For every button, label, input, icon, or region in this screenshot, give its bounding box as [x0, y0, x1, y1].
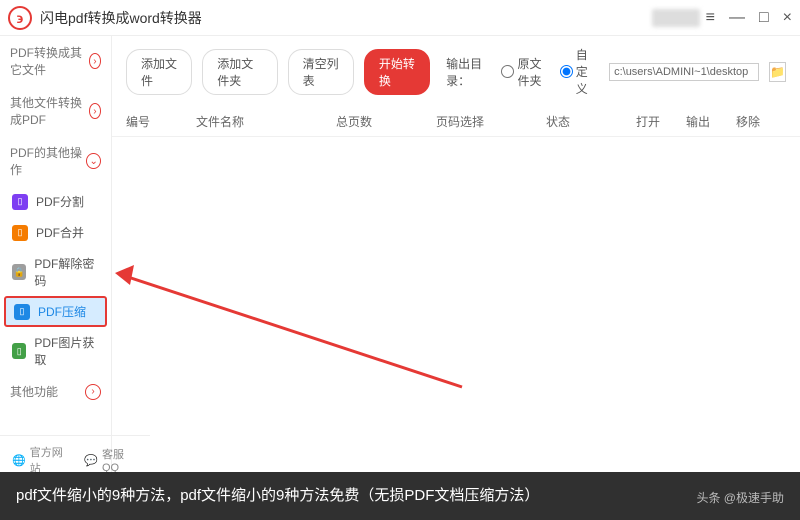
col-output: 输出 — [686, 113, 736, 130]
col-page-select: 页码选择 — [436, 113, 546, 130]
caption-overlay: pdf文件缩小的9种方法，pdf文件缩小的9种方法免费（无损PDF文档压缩方法）… — [0, 472, 800, 520]
chevron-down-icon: ⌄ — [86, 153, 101, 169]
output-path-input[interactable] — [609, 63, 759, 81]
add-folder-button[interactable]: 添加文件夹 — [202, 49, 277, 95]
add-file-button[interactable]: 添加文件 — [126, 49, 192, 95]
radio-custom-folder[interactable]: 自定义 — [560, 46, 599, 97]
content-area: 添加文件 添加文件夹 清空列表 开始转换 输出目录： 原文件夹 自定义 📁 编号… — [112, 36, 800, 476]
close-button[interactable]: × — [783, 9, 792, 27]
maximize-button[interactable]: □ — [759, 9, 769, 27]
browse-folder-button[interactable]: 📁 — [769, 62, 786, 82]
col-open: 打开 — [636, 113, 686, 130]
app-logo-icon: ϶ — [8, 6, 32, 30]
minimize-button[interactable]: — — [729, 9, 745, 27]
col-index: 编号 — [126, 113, 196, 130]
sidebar-item-merge[interactable]: ▯ PDF合并 — [0, 217, 111, 248]
chevron-icon: › — [89, 103, 101, 119]
sidebar-item-split[interactable]: ▯ PDF分割 — [0, 186, 111, 217]
caption-author: 头条 @极速手助 — [696, 489, 784, 508]
sidebar-cat-other-to-pdf[interactable]: 其他文件转换成PDF › — [0, 86, 111, 136]
sidebar: PDF转换成其它文件 › 其他文件转换成PDF › PDF的其他操作 ⌄ ▯ P… — [0, 36, 112, 476]
sidebar-item-unlock[interactable]: 🔒 PDF解除密码 — [0, 248, 111, 296]
split-icon: ▯ — [12, 194, 28, 210]
sidebar-item-compress[interactable]: ▯ PDF压缩 — [4, 296, 107, 327]
image-icon: ▯ — [12, 343, 26, 359]
chevron-icon: › — [89, 53, 101, 69]
radio-original-folder[interactable]: 原文件夹 — [501, 55, 549, 89]
merge-icon: ▯ — [12, 225, 28, 241]
start-convert-button[interactable]: 开始转换 — [364, 49, 430, 95]
annotation-arrow-icon — [112, 137, 612, 437]
sidebar-item-extract[interactable]: ▯ PDF图片获取 — [0, 327, 111, 375]
clear-list-button[interactable]: 清空列表 — [288, 49, 354, 95]
lock-icon: 🔒 — [12, 264, 26, 280]
compress-icon: ▯ — [14, 304, 30, 320]
app-title: 闪电pdf转换成word转换器 — [40, 8, 652, 28]
sidebar-cat-pdf-ops[interactable]: PDF的其他操作 ⌄ — [0, 136, 111, 186]
sidebar-cat-pdf-to-other[interactable]: PDF转换成其它文件 › — [0, 36, 111, 86]
file-list-empty — [112, 137, 800, 476]
col-pages: 总页数 — [336, 113, 436, 130]
col-status: 状态 — [546, 113, 636, 130]
chevron-icon: › — [85, 384, 101, 400]
caption-text: pdf文件缩小的9种方法，pdf文件缩小的9种方法免费（无损PDF文档压缩方法） — [16, 484, 539, 508]
table-header: 编号 文件名称 总页数 页码选择 状态 打开 输出 移除 — [112, 107, 800, 137]
toolbar: 添加文件 添加文件夹 清空列表 开始转换 输出目录： 原文件夹 自定义 📁 — [112, 36, 800, 107]
menu-icon[interactable]: ≡ — [706, 9, 715, 27]
user-badge — [652, 9, 700, 27]
sidebar-cat-other[interactable]: 其他功能 › — [0, 375, 111, 408]
col-remove: 移除 — [736, 113, 786, 130]
output-label: 输出目录： — [446, 55, 491, 89]
titlebar: ϶ 闪电pdf转换成word转换器 ≡ — □ × — [0, 0, 800, 36]
col-filename: 文件名称 — [196, 113, 336, 130]
